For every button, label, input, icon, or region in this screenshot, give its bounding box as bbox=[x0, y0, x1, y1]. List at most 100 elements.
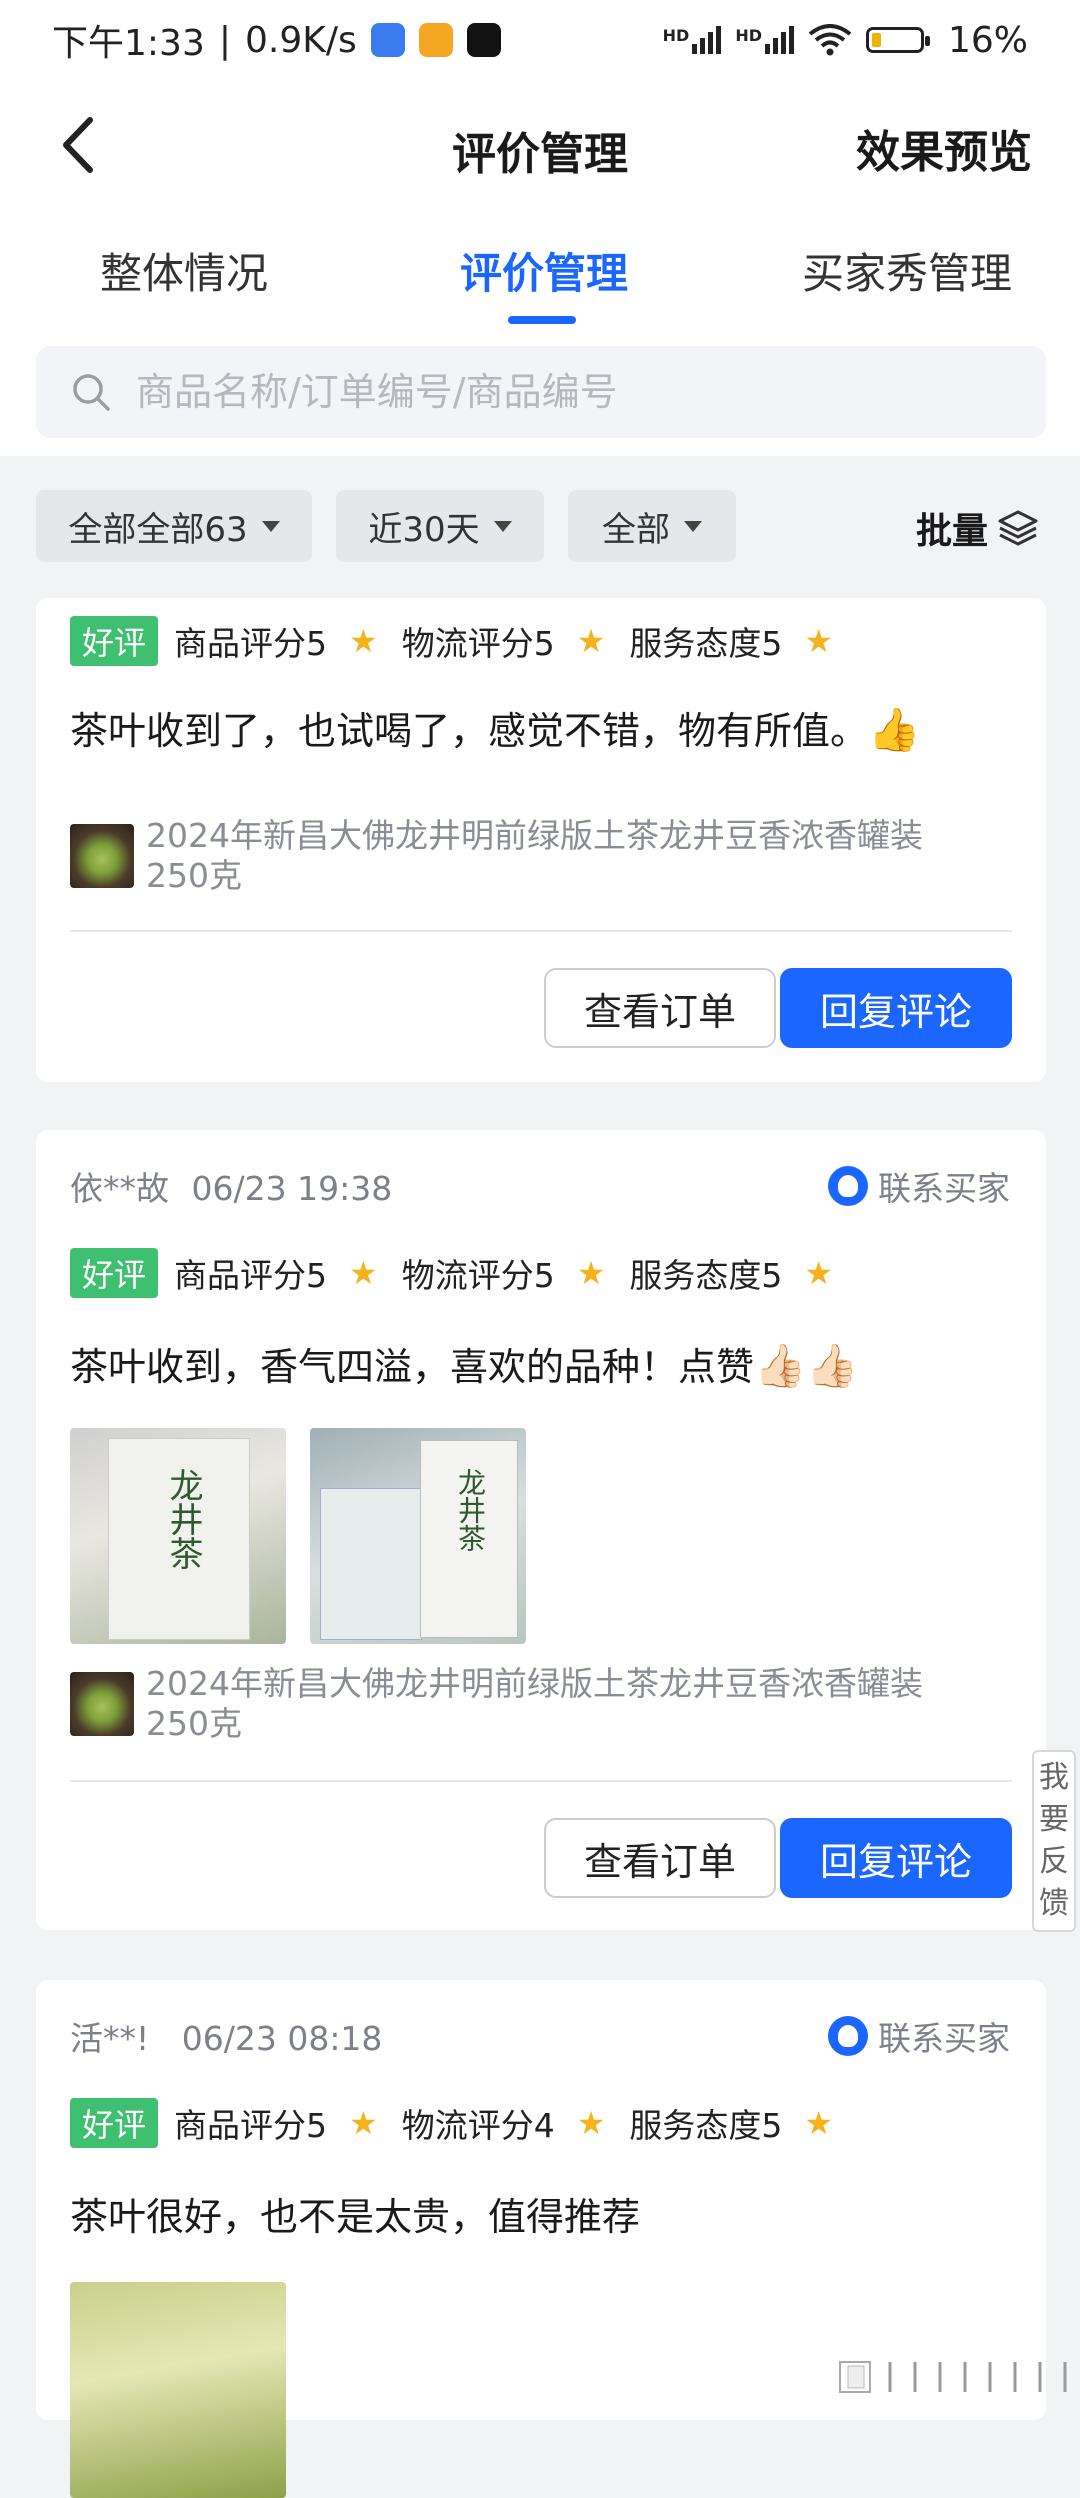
thumbs-up-emoji: 👍 bbox=[868, 705, 921, 754]
tab-buyer-show[interactable]: 买家秀管理 bbox=[802, 240, 1012, 301]
product-score: 商品评分5 bbox=[174, 2106, 328, 2145]
good-review-badge: 好评 bbox=[70, 1248, 159, 1298]
tab-overview[interactable]: 整体情况 bbox=[100, 240, 268, 301]
good-review-badge: 好评 bbox=[70, 2098, 159, 2148]
reply-review-button[interactable]: 回复评论 bbox=[780, 1818, 1012, 1898]
signal-icon-2: HD bbox=[735, 26, 794, 54]
photo-label: 龙井茶 bbox=[454, 1468, 487, 1552]
review-photo[interactable]: 龙井茶 bbox=[70, 1428, 286, 1644]
star-icon: ★ bbox=[349, 1254, 378, 1292]
contact-buyer-label: 联系买家 bbox=[878, 1169, 1010, 1208]
caret-down-icon bbox=[261, 520, 280, 532]
star-icon: ★ bbox=[804, 1254, 834, 1292]
product-score: 商品评分5 bbox=[174, 1256, 328, 1295]
service-score: 服务态度5 bbox=[629, 624, 783, 663]
tab-indicator bbox=[508, 316, 576, 324]
product-name: 2024年新昌大佛龙井明前绿版土茶龙井豆香浓香罐装250克 bbox=[146, 1664, 923, 1743]
review-card: 活**! 06/23 08:18 联系买家 好评 商品评分5 ★ 物流评分4 ★ 服… bbox=[36, 1980, 1046, 2498]
review-text: 茶叶收到了，也试喝了，感觉不错，物有所值。👍 bbox=[70, 700, 920, 755]
feedback-label: 我要反馈 bbox=[1039, 1760, 1069, 1921]
home-indicator bbox=[839, 2361, 1067, 2393]
star-icon: ★ bbox=[576, 2104, 606, 2142]
search-icon bbox=[73, 374, 110, 411]
view-order-button[interactable]: 查看订单 bbox=[544, 1818, 776, 1898]
buyer-meta: 依**故 06/23 19:38 bbox=[70, 1162, 392, 1210]
buyer-name: 活**! bbox=[70, 2019, 150, 2058]
contact-buyer-button[interactable]: 联系买家 bbox=[828, 1162, 1010, 1210]
divider bbox=[70, 1780, 1012, 1782]
review-photos: 龙井茶 龙井茶 bbox=[70, 1428, 526, 1644]
search-box[interactable] bbox=[36, 346, 1046, 438]
review-date: 06/23 08:18 bbox=[181, 2019, 383, 2058]
buyer-name: 依**故 bbox=[70, 1169, 169, 1208]
app-notification-icon bbox=[370, 23, 405, 57]
good-review-badge: 好评 bbox=[70, 616, 159, 666]
filter-all-label: 全部全部63 bbox=[68, 509, 248, 550]
star-icon: ★ bbox=[576, 622, 606, 660]
filter-bar: 全部全部63 近30天 全部 批量 bbox=[0, 480, 1080, 570]
logistics-score: 物流评分5 bbox=[401, 1256, 555, 1295]
star-icon: ★ bbox=[349, 2104, 378, 2142]
product-thumbnail bbox=[70, 1672, 134, 1736]
review-text: 茶叶很好，也不是太贵，值得推荐 bbox=[70, 2186, 640, 2241]
star-icon: ★ bbox=[804, 2104, 834, 2142]
search-section bbox=[0, 330, 1080, 456]
preview-button[interactable]: 效果预览 bbox=[856, 116, 1032, 180]
rating-row: 好评 商品评分5 ★ 物流评分4 ★ 服务态度5 ★ bbox=[70, 2098, 857, 2148]
service-score: 服务态度5 bbox=[629, 2106, 783, 2145]
filter-period-label: 近30天 bbox=[368, 509, 480, 550]
view-order-button[interactable]: 查看订单 bbox=[544, 968, 776, 1048]
caret-down-icon bbox=[684, 520, 702, 532]
signal-icon: HD bbox=[663, 26, 722, 54]
tiktok-app-icon bbox=[466, 23, 501, 57]
contact-buyer-label: 联系买家 bbox=[878, 2019, 1010, 2058]
battery-icon bbox=[865, 27, 930, 53]
divider bbox=[70, 930, 1012, 932]
filter-period[interactable]: 近30天 bbox=[336, 490, 544, 562]
filter-all[interactable]: 全部全部63 bbox=[36, 490, 312, 562]
buyer-meta: 活**! 06/23 08:18 bbox=[70, 2012, 382, 2060]
review-card: 好评 商品评分5 ★ 物流评分5 ★ 服务态度5 ★ 茶叶收到了，也试喝了，感觉不错，… bbox=[36, 598, 1046, 1082]
product-info[interactable]: 2024年新昌大佛龙井明前绿版土茶龙井豆香浓香罐装250克 bbox=[70, 1664, 966, 1744]
star-icon: ★ bbox=[804, 622, 834, 660]
status-bar: 下午1:33 | 0.9K/s HD HD 16% bbox=[0, 0, 1080, 80]
review-date: 06/23 19:38 bbox=[191, 1169, 393, 1208]
photo-label: 龙井茶 bbox=[163, 1468, 203, 1570]
caret-down-icon bbox=[493, 520, 512, 532]
contact-buyer-button[interactable]: 联系买家 bbox=[828, 2012, 1010, 2060]
rating-row: 好评 商品评分5 ★ 物流评分5 ★ 服务态度5 ★ bbox=[70, 1248, 857, 1298]
reply-review-button[interactable]: 回复评论 bbox=[780, 968, 1012, 1048]
batch-button[interactable]: 批量 bbox=[916, 502, 1040, 554]
review-card: 依**故 06/23 19:38 联系买家 好评 商品评分5 ★ 物流评分5 ★ 服… bbox=[36, 1130, 1046, 1930]
chat-icon bbox=[828, 1166, 868, 1206]
review-photo[interactable] bbox=[70, 2282, 286, 2498]
product-score: 商品评分5 bbox=[174, 624, 328, 663]
thumbs-up-emoji: 👍🏻👍🏻 bbox=[754, 1341, 859, 1390]
tab-review-management[interactable]: 评价管理 bbox=[460, 240, 628, 301]
filter-type-label: 全部 bbox=[602, 509, 670, 550]
feedback-button[interactable]: 我要反馈 bbox=[1032, 1750, 1076, 1932]
filter-type[interactable]: 全部 bbox=[568, 490, 736, 562]
review-photo[interactable]: 龙井茶 bbox=[310, 1428, 526, 1644]
battery-percent: 16% bbox=[947, 19, 1028, 61]
logistics-score: 物流评分5 bbox=[401, 624, 555, 663]
tea-box-shape bbox=[320, 1488, 422, 1640]
nav-bar: 评价管理 效果预览 bbox=[0, 80, 1080, 210]
layers-icon bbox=[998, 510, 1038, 546]
star-icon: ★ bbox=[576, 1254, 606, 1292]
logistics-score: 物流评分4 bbox=[401, 2106, 555, 2145]
star-icon: ★ bbox=[349, 622, 378, 660]
tab-bar: 整体情况 评价管理 买家秀管理 bbox=[0, 210, 1080, 330]
search-input[interactable] bbox=[134, 369, 998, 415]
batch-label: 批量 bbox=[915, 511, 988, 552]
product-thumbnail bbox=[70, 824, 134, 888]
status-time: 下午1:33 bbox=[52, 23, 205, 64]
notes-app-icon bbox=[418, 23, 453, 57]
status-speed: 0.9K/s bbox=[244, 19, 357, 61]
product-info[interactable]: 2024年新昌大佛龙井明前绿版土茶龙井豆香浓香罐装250克 bbox=[70, 816, 966, 896]
chat-icon bbox=[828, 2016, 868, 2056]
review-text-content: 茶叶很好，也不是太贵，值得推荐 bbox=[70, 2195, 641, 2239]
service-score: 服务态度5 bbox=[629, 1256, 783, 1295]
review-text-content: 茶叶收到，香气四溢，喜欢的品种！点赞 bbox=[70, 1345, 755, 1389]
rating-row: 好评 商品评分5 ★ 物流评分5 ★ 服务态度5 ★ bbox=[70, 616, 857, 666]
